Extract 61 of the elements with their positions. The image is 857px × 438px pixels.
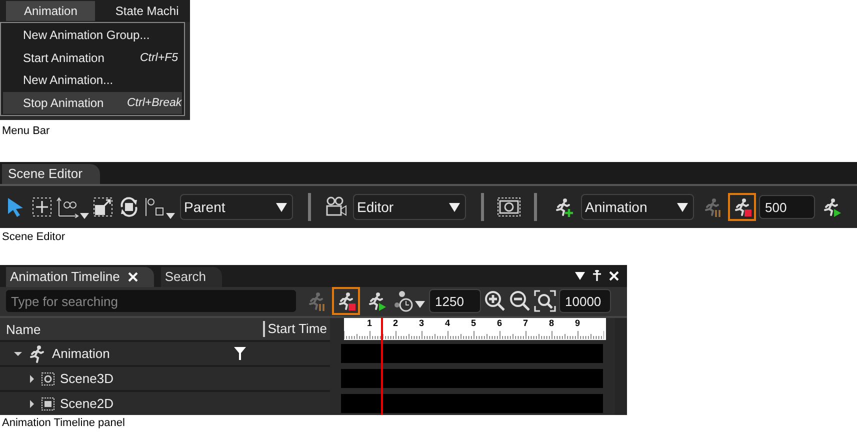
pivot-icon[interactable] — [144, 196, 166, 218]
coordinate-dropdown[interactable]: Parent — [180, 194, 293, 220]
add-animation-icon[interactable] — [553, 197, 573, 217]
tree-item-label: Scene3D — [60, 371, 114, 386]
search-field[interactable]: Type for searching — [6, 290, 296, 312]
film-icon[interactable] — [497, 196, 521, 218]
scene-3d-icon — [41, 372, 55, 386]
expand-icon[interactable] — [28, 374, 36, 382]
stop-animation-icon — [732, 197, 752, 217]
menu-entry[interactable]: New Animation... — [3, 69, 182, 92]
zoom-in-icon[interactable] — [484, 290, 506, 312]
duration-field[interactable]: 500 — [759, 195, 815, 219]
collapse-icon[interactable] — [14, 350, 22, 358]
column-header[interactable]: Name — [0, 322, 41, 336]
stop-animation-icon — [336, 291, 356, 312]
caption: Menu Bar — [1, 125, 51, 138]
filter-icon[interactable] — [234, 347, 246, 360]
tab[interactable]: Search — [160, 266, 222, 287]
zoom-fit-icon[interactable] — [534, 290, 556, 312]
close-icon[interactable] — [609, 270, 619, 281]
play-animation-icon[interactable] — [821, 197, 841, 217]
menu-entry[interactable]: New Animation Group... — [3, 24, 182, 46]
caret-icon[interactable] — [80, 213, 89, 219]
menu-entry[interactable]: Start Animation Ctrl+F5 — [3, 46, 182, 69]
menu-item[interactable]: State Machi — [101, 1, 190, 21]
zoom-out-icon[interactable] — [509, 290, 531, 312]
runner-icon — [27, 344, 47, 364]
menu-item[interactable]: Animation — [6, 1, 96, 21]
scene-2d-icon — [41, 396, 55, 410]
stop-animation-button[interactable] — [332, 287, 360, 316]
align-icon[interactable] — [56, 196, 80, 218]
camera-icon[interactable] — [324, 196, 348, 218]
stop-animation-button[interactable] — [728, 193, 756, 221]
expand-icon[interactable] — [28, 400, 36, 408]
tree-row[interactable]: Scene2D — [0, 392, 330, 415]
tree-item-label: Scene2D — [60, 396, 114, 411]
move-icon[interactable] — [31, 196, 53, 218]
end-time-field[interactable]: 10000 — [559, 289, 611, 314]
tab[interactable]: Scene Editor — [2, 164, 100, 184]
caret-icon[interactable] — [575, 272, 585, 280]
scrollbar[interactable] — [615, 318, 627, 415]
caret-icon — [276, 202, 287, 212]
time-ruler[interactable]: 1 2 3 4 5 6 7 8 9 — [344, 318, 606, 340]
keyframe-clock-icon[interactable] — [392, 290, 426, 312]
menu-entry[interactable]: Stop Animation Ctrl+Break — [3, 92, 182, 114]
caption: Animation Timeline panel — [1, 417, 126, 430]
caret-icon — [449, 202, 460, 212]
caret-icon[interactable] — [166, 213, 175, 219]
tab[interactable]: Animation Timeline — [6, 266, 154, 287]
camera-dropdown[interactable]: Editor — [353, 194, 466, 220]
caret-icon — [677, 202, 688, 212]
tree-item-label: Animation — [52, 346, 110, 361]
tree-row[interactable]: Animation — [0, 342, 330, 365]
animation-dropdown[interactable]: Animation — [581, 194, 694, 220]
pin-icon[interactable] — [592, 270, 602, 282]
tree-row[interactable]: Scene3D — [0, 367, 330, 390]
scale-icon[interactable] — [92, 196, 114, 218]
close-icon[interactable] — [128, 272, 138, 282]
play-animation-icon[interactable] — [366, 291, 386, 312]
current-time-field[interactable]: 1250 — [429, 289, 481, 314]
caption: Scene Editor — [1, 231, 66, 244]
